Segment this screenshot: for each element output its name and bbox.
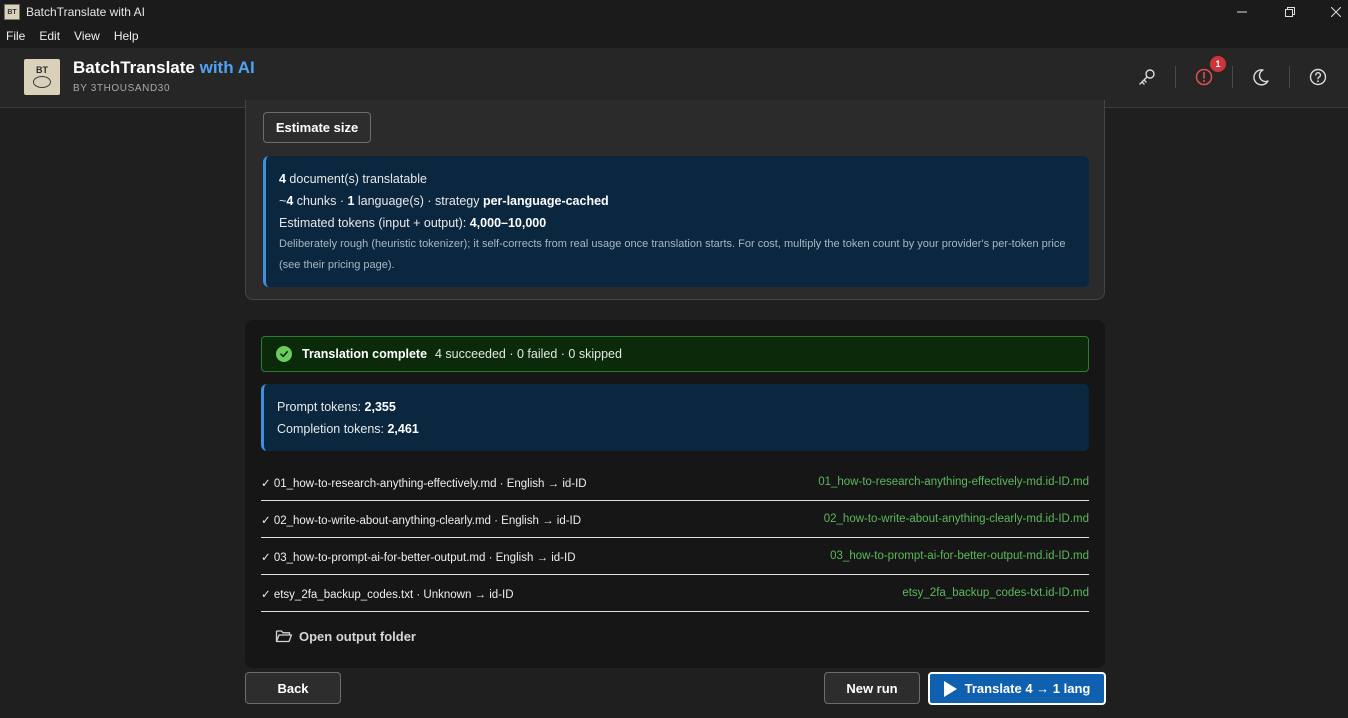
chunks-label: chunks ·: [293, 194, 348, 208]
window-title: BatchTranslate with AI: [26, 5, 145, 19]
lang-label: language(s) · strategy: [354, 194, 483, 208]
file-row: ✓ 02_how-to-write-about-anything-clearly…: [261, 501, 1089, 538]
estimate-size-button[interactable]: Estimate size: [263, 112, 371, 143]
results-card: Translation complete 4 succeeded · 0 fai…: [245, 320, 1105, 668]
completion-tokens-value: 2,461: [387, 422, 419, 436]
success-banner: Translation complete 4 succeeded · 0 fai…: [261, 336, 1089, 372]
file-output-link[interactable]: 03_how-to-prompt-ai-for-better-output-md…: [830, 550, 1089, 562]
estimate-note: Deliberately rough (heuristic tokenizer)…: [279, 238, 1066, 271]
menu-bar: File Edit View Help: [0, 24, 1348, 48]
file-row: ✓ etsy_2fa_backup_codes.txt · Unknown → …: [261, 575, 1089, 612]
file-row: ✓ 03_how-to-prompt-ai-for-better-output.…: [261, 538, 1089, 575]
docs-line: 4 document(s) translatable: [279, 172, 427, 186]
open-output-folder-button[interactable]: Open output folder: [275, 626, 416, 646]
success-detail: 4 succeeded · 0 failed · 0 skipped: [435, 347, 622, 361]
translate-button-label: Translate 4 → 1 lang: [964, 681, 1091, 696]
brand-name: BatchTranslate: [73, 58, 195, 77]
theme-toggle-button[interactable]: [1250, 66, 1272, 88]
menu-help[interactable]: Help: [114, 29, 139, 43]
docs-label: document(s) translatable: [285, 172, 427, 186]
app-header: BT BatchTranslate with AI BY 3THOUSAND30: [0, 48, 1348, 108]
moon-icon: [1253, 69, 1269, 86]
menu-file[interactable]: File: [6, 29, 25, 43]
prompt-tokens-value: 2,355: [364, 400, 396, 414]
logo-emblem-icon: [33, 76, 51, 88]
menu-edit[interactable]: Edit: [39, 29, 60, 43]
translate-button[interactable]: Translate 4 → 1 lang: [928, 672, 1106, 705]
file-output-link[interactable]: etsy_2fa_backup_codes-txt.id-ID.md: [902, 587, 1089, 599]
success-title: Translation complete: [302, 347, 428, 361]
tokens-line: Estimated tokens (input + output): 4,000…: [279, 216, 546, 230]
minimize-button[interactable]: [1218, 0, 1266, 24]
app-icon: BT: [4, 4, 20, 20]
header-divider: [1289, 66, 1290, 88]
chunks-line: ~4 chunks · 1 language(s) · strategy per…: [279, 194, 609, 208]
docs-count: 4: [279, 172, 286, 186]
file-output-link[interactable]: 01_how-to-research-anything-effectively-…: [818, 476, 1089, 488]
file-source: ✓ 01_how-to-research-anything-effectivel…: [261, 478, 587, 490]
close-icon: [1331, 7, 1341, 17]
notification-badge: 1: [1210, 56, 1226, 72]
api-key-button[interactable]: [1136, 66, 1158, 88]
file-source: ✓ 03_how-to-prompt-ai-for-better-output.…: [261, 552, 576, 564]
brand-byline: BY 3THOUSAND30: [73, 83, 171, 94]
open-output-folder-label: Open output folder: [299, 628, 416, 644]
close-button[interactable]: [1312, 0, 1348, 24]
menu-view[interactable]: View: [74, 29, 100, 43]
brand-accent: with AI: [194, 58, 255, 77]
tokens-label: Estimated tokens (input + output):: [279, 216, 470, 230]
logo-text: BT: [36, 65, 48, 75]
brand-title: BatchTranslate with AI: [73, 58, 255, 78]
help-icon: [1309, 68, 1327, 86]
restore-icon: [1285, 7, 1295, 17]
completion-tokens-label: Completion tokens:: [277, 422, 388, 436]
new-run-button[interactable]: New run: [824, 672, 920, 704]
title-bar: BT BatchTranslate with AI: [0, 0, 1348, 24]
prompt-tokens-label: Prompt tokens:: [277, 400, 365, 414]
strategy-value: per-language-cached: [482, 194, 609, 208]
completion-tokens-line: Completion tokens: 2,461: [277, 422, 419, 436]
estimate-card: Estimate size 4 document(s) translatable…: [245, 100, 1105, 300]
file-source: ✓ 02_how-to-write-about-anything-clearly…: [261, 515, 582, 527]
file-source: ✓ etsy_2fa_backup_codes.txt · Unknown → …: [261, 589, 514, 601]
back-button[interactable]: Back: [245, 672, 341, 704]
check-circle-icon: [276, 346, 292, 362]
help-button[interactable]: [1307, 66, 1329, 88]
prompt-tokens-line: Prompt tokens: 2,355: [277, 400, 396, 414]
usage-info-box: Prompt tokens: 2,355 Completion tokens: …: [261, 384, 1089, 451]
play-icon: [943, 680, 957, 697]
file-row: ✓ 01_how-to-research-anything-effectivel…: [261, 464, 1089, 501]
folder-open-icon: [275, 630, 293, 643]
logo: BT: [24, 59, 60, 95]
header-divider: [1175, 66, 1176, 88]
header-divider: [1232, 66, 1233, 88]
maximize-button[interactable]: [1266, 0, 1314, 24]
key-icon: [1139, 69, 1155, 85]
tokens-range: 4,000–10,000: [469, 216, 547, 230]
file-output-link[interactable]: 02_how-to-write-about-anything-clearly-m…: [824, 513, 1089, 525]
estimate-info-box: 4 document(s) translatable ~4 chunks · 1…: [263, 156, 1089, 287]
alert-icon: [1195, 68, 1213, 86]
minimize-icon: [1237, 11, 1247, 13]
